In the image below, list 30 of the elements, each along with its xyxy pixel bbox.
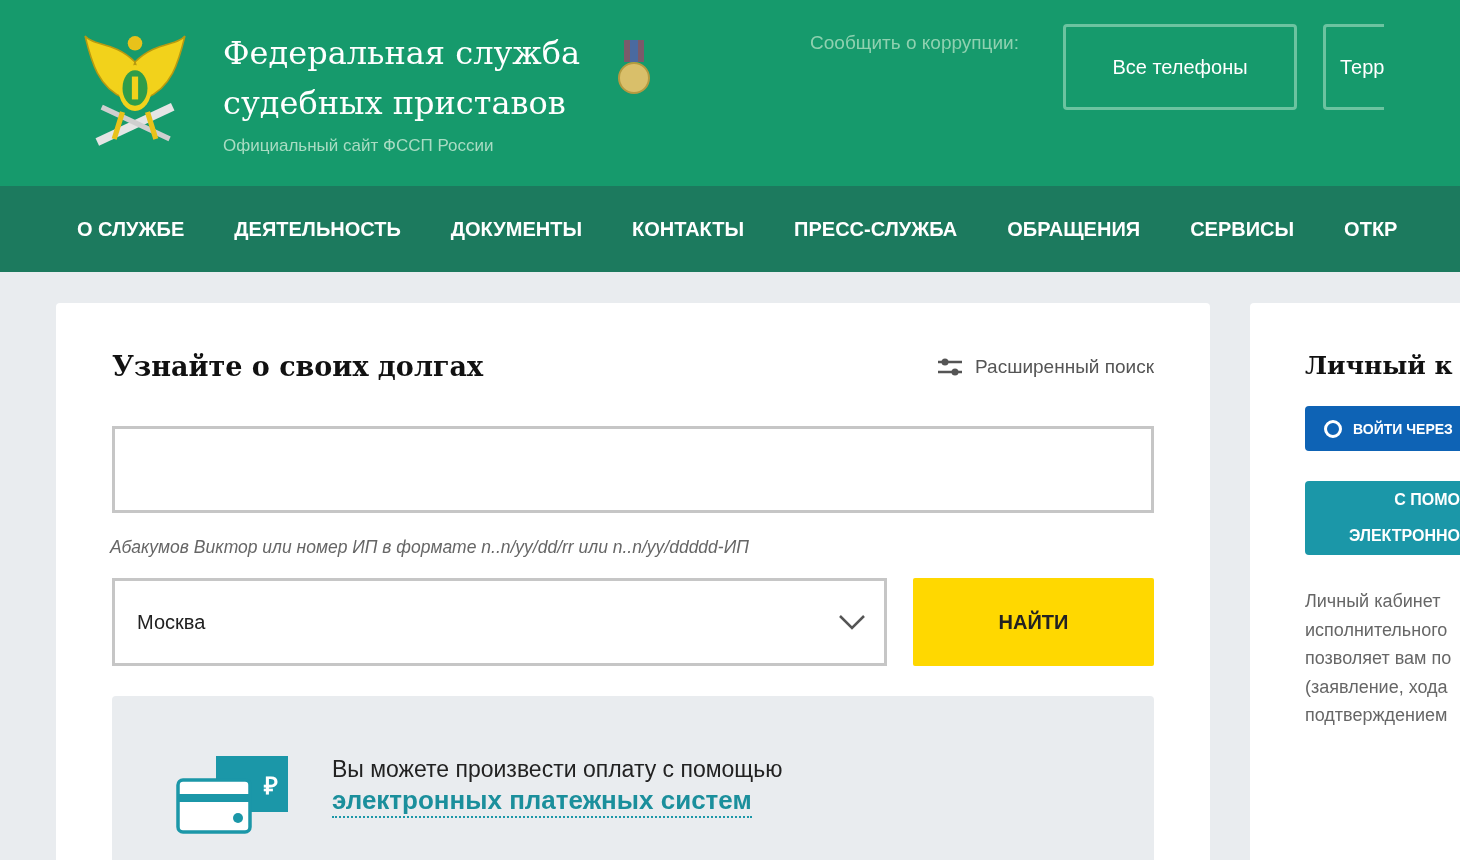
chevron-down-icon (838, 614, 866, 630)
nav-link[interactable]: ДОКУМЕНТЫ (450, 217, 582, 241)
account-description: Личный кабинет исполнительного позволяет вам по (заявление, хода подтверждением (1305, 590, 1453, 727)
site-title: судебных приставов (223, 83, 567, 124)
corruption-label: Сообщить о коррупции: (810, 32, 1019, 54)
nav-link[interactable]: О СЛУЖБЕ (77, 217, 185, 241)
signature-login-button[interactable]: С ПОМО ЭЛЕКТРОННО (1305, 481, 1460, 555)
search-hint: Абакумов Виктор или номер ИП в формате n..n/yy/dd/rr или n..n/yy/ddddd-ИП (110, 537, 750, 558)
payment-systems-link[interactable]: электронных платежных систем (332, 785, 752, 818)
sliders-icon (937, 356, 964, 377)
nav-link[interactable]: ПРЕСС-СЛУЖБА (794, 217, 958, 241)
header-button[interactable]: Все телефоны (1063, 24, 1297, 110)
medal-icon (618, 40, 651, 96)
ring-icon (1323, 418, 1343, 439)
find-button[interactable]: НАЙТИ (913, 578, 1154, 666)
login-button[interactable]: ВОЙТИ ЧЕРЕЗ (1305, 406, 1460, 451)
advanced-search-link[interactable]: Расширенный поиск (937, 355, 1154, 378)
nav-link[interactable]: ОБРАЩЕНИЯ (1007, 217, 1141, 241)
header-button[interactable]: Терр (1323, 24, 1385, 110)
nav-link[interactable]: ДЕЯТЕЛЬНОСТЬ (234, 217, 401, 241)
site-subtitle: Официальный сайт ФССП России (223, 136, 495, 156)
nav-link[interactable]: СЕРВИСЫ (1190, 217, 1295, 241)
card-title: Личный к (1305, 351, 1454, 380)
nav-link[interactable]: КОНТАКТЫ (632, 217, 745, 241)
payment-text: Вы можете произвести оплату с помощью (332, 756, 783, 783)
region-dropdown[interactable]: Москва (112, 578, 887, 666)
site-title: Федеральная служба (223, 33, 581, 74)
nav-link[interactable]: ОТКР (1344, 217, 1398, 241)
search-field[interactable] (112, 426, 1154, 513)
card-title: Узнайте о своих долгах (112, 351, 484, 382)
